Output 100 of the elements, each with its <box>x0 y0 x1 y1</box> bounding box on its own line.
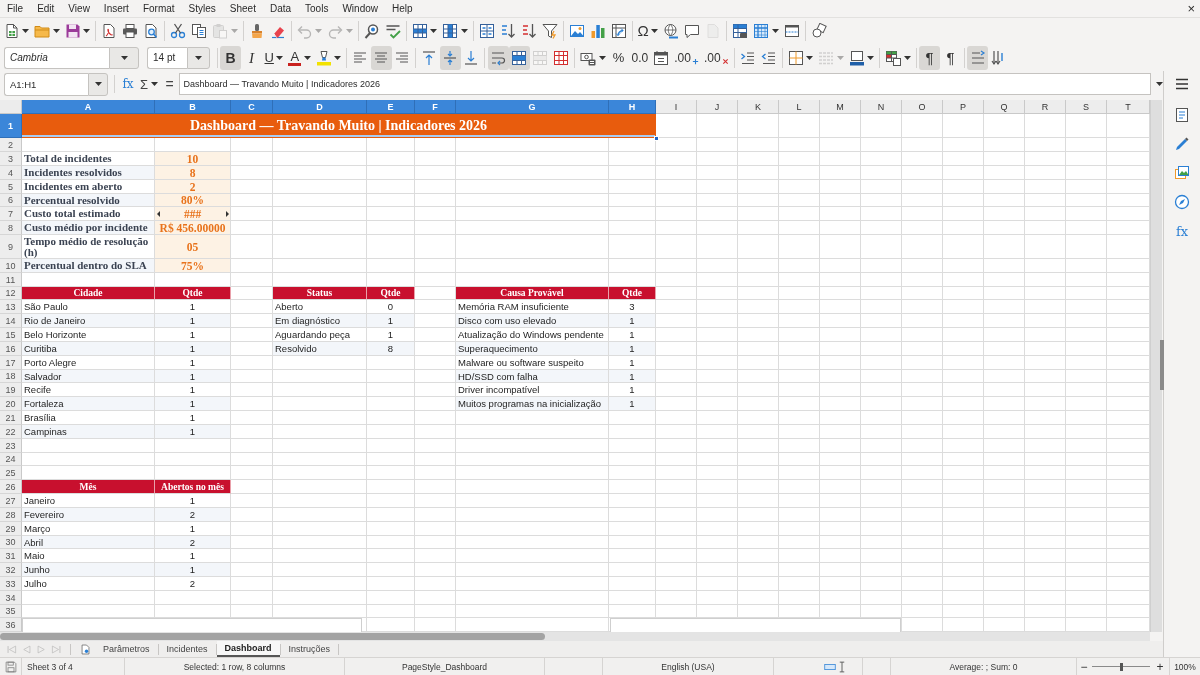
row-header[interactable]: 12 <box>0 287 22 300</box>
scrollbar-thumb[interactable] <box>0 633 545 640</box>
row-header[interactable]: 20 <box>0 397 22 411</box>
italic-button[interactable]: I <box>241 45 262 70</box>
merge-center-button[interactable] <box>508 45 530 70</box>
functions-button[interactable]: fx <box>1170 220 1194 242</box>
row-header[interactable]: 25 <box>0 466 22 480</box>
column-header[interactable]: F <box>415 100 456 114</box>
sheet-tab[interactable]: Incidentes <box>158 641 216 657</box>
row-header[interactable]: 7 <box>0 207 22 221</box>
column-header[interactable]: D <box>273 100 367 114</box>
number-format-button[interactable]: 0.0 <box>629 45 651 70</box>
close-button[interactable]: × <box>1187 1 1195 16</box>
row-header[interactable]: 24 <box>0 453 22 466</box>
column-header[interactable]: K <box>738 100 779 114</box>
row-header[interactable]: 35 <box>0 605 22 618</box>
row-header[interactable]: 29 <box>0 522 22 536</box>
vertical-scrollbar[interactable] <box>1150 100 1162 632</box>
zoom-slider-thumb[interactable] <box>1119 662 1123 671</box>
row-header[interactable]: 36 <box>0 618 22 632</box>
zoom-in-button[interactable]: + <box>1153 659 1167 674</box>
row-header[interactable]: 9 <box>0 235 22 259</box>
dropdown-button[interactable] <box>88 72 108 96</box>
row-header[interactable]: 14 <box>0 314 22 328</box>
menu-item[interactable]: Help <box>385 0 420 17</box>
row-header[interactable]: 16 <box>0 342 22 356</box>
row-header[interactable]: 6 <box>0 194 22 207</box>
underline-button[interactable]: U <box>262 45 286 70</box>
row-header[interactable]: 22 <box>0 425 22 439</box>
column-header[interactable]: B <box>155 100 231 114</box>
add-decimal-button[interactable]: .00 <box>671 45 702 70</box>
column-header[interactable]: T <box>1107 100 1150 114</box>
wrap-text-button[interactable] <box>487 45 509 70</box>
row-header[interactable]: 4 <box>0 166 22 180</box>
row-header[interactable]: 10 <box>0 259 22 273</box>
column-header[interactable]: S <box>1066 100 1107 114</box>
row-header[interactable]: 19 <box>0 383 22 397</box>
font-color-button[interactable]: A <box>285 45 314 70</box>
row-header[interactable]: 5 <box>0 180 22 194</box>
column-header[interactable]: C <box>231 100 273 114</box>
delete-decimal-button[interactable]: .00 <box>701 45 732 70</box>
column-header[interactable]: E <box>367 100 415 114</box>
row-header[interactable]: 26 <box>0 480 22 494</box>
menu-item[interactable]: Format <box>135 0 182 17</box>
row-header[interactable]: 2 <box>0 138 22 152</box>
row-header[interactable]: 8 <box>0 221 22 235</box>
sheet-tab[interactable]: Instruções <box>280 641 339 657</box>
menu-item[interactable]: Tools <box>298 0 336 17</box>
row-header[interactable]: 28 <box>0 508 22 522</box>
row-header[interactable]: 13 <box>0 300 22 314</box>
row-header[interactable]: 31 <box>0 549 22 563</box>
row-header[interactable]: 27 <box>0 494 22 508</box>
row-header[interactable]: 32 <box>0 563 22 577</box>
formula-button[interactable]: = <box>163 76 176 92</box>
menu-item[interactable]: Sheet <box>222 0 263 17</box>
menu-item[interactable]: Insert <box>96 0 136 17</box>
menu-item[interactable]: Styles <box>181 0 223 17</box>
row-header[interactable]: 1 <box>0 114 22 138</box>
dropdown-button[interactable] <box>187 46 210 69</box>
font-name-field[interactable]: Cambria <box>4 46 109 69</box>
align-middle-button[interactable] <box>439 45 461 70</box>
bold-button[interactable]: B <box>220 45 241 70</box>
menu-item[interactable]: Data <box>262 0 299 17</box>
row-header[interactable]: 17 <box>0 356 22 370</box>
horizontal-scrollbar[interactable] <box>0 632 1150 641</box>
zoom-level[interactable]: 100% <box>1174 661 1196 672</box>
sheet-tab[interactable]: Dashboard <box>216 641 280 657</box>
font-size-field[interactable]: 14 pt <box>147 46 187 69</box>
row-header[interactable]: 18 <box>0 370 22 383</box>
column-header[interactable]: P <box>943 100 984 114</box>
row-header[interactable]: 30 <box>0 536 22 549</box>
percent-format-button[interactable]: % <box>608 45 630 70</box>
column-header[interactable]: J <box>697 100 738 114</box>
function-wizard-button[interactable]: fx <box>121 77 135 91</box>
sheet-tab[interactable]: Parâmetros <box>95 641 158 657</box>
name-box[interactable]: A1:H1 <box>4 72 88 96</box>
column-header[interactable]: H <box>609 100 656 114</box>
menu-item[interactable]: File <box>0 0 31 17</box>
column-header[interactable]: R <box>1025 100 1066 114</box>
formula-input[interactable]: Dashboard — Travando Muito | Indicadores 2026 <box>178 73 1151 95</box>
row-header[interactable]: 15 <box>0 328 22 342</box>
column-header[interactable]: N <box>861 100 902 114</box>
column-header[interactable]: A <box>22 100 155 114</box>
fill-handle[interactable] <box>654 136 659 141</box>
language[interactable]: English (USA) <box>661 661 715 672</box>
row-header[interactable]: 3 <box>0 152 22 166</box>
menu-item[interactable]: View <box>61 0 97 17</box>
column-header[interactable]: I <box>656 100 697 114</box>
row-header[interactable]: 11 <box>0 273 22 287</box>
column-header[interactable]: O <box>902 100 943 114</box>
right-to-left-button[interactable]: ¶ <box>940 45 962 70</box>
special-character-button[interactable]: Ω <box>635 19 661 43</box>
menu-item[interactable]: Edit <box>30 0 62 17</box>
column-header[interactable]: Q <box>984 100 1025 114</box>
zoom-out-button[interactable]: − <box>1078 659 1090 674</box>
row-header[interactable]: 34 <box>0 591 22 605</box>
row-header[interactable]: 23 <box>0 439 22 453</box>
resize-handle[interactable] <box>1160 340 1164 390</box>
row-header[interactable]: 21 <box>0 411 22 425</box>
dropdown-button[interactable] <box>109 46 139 69</box>
